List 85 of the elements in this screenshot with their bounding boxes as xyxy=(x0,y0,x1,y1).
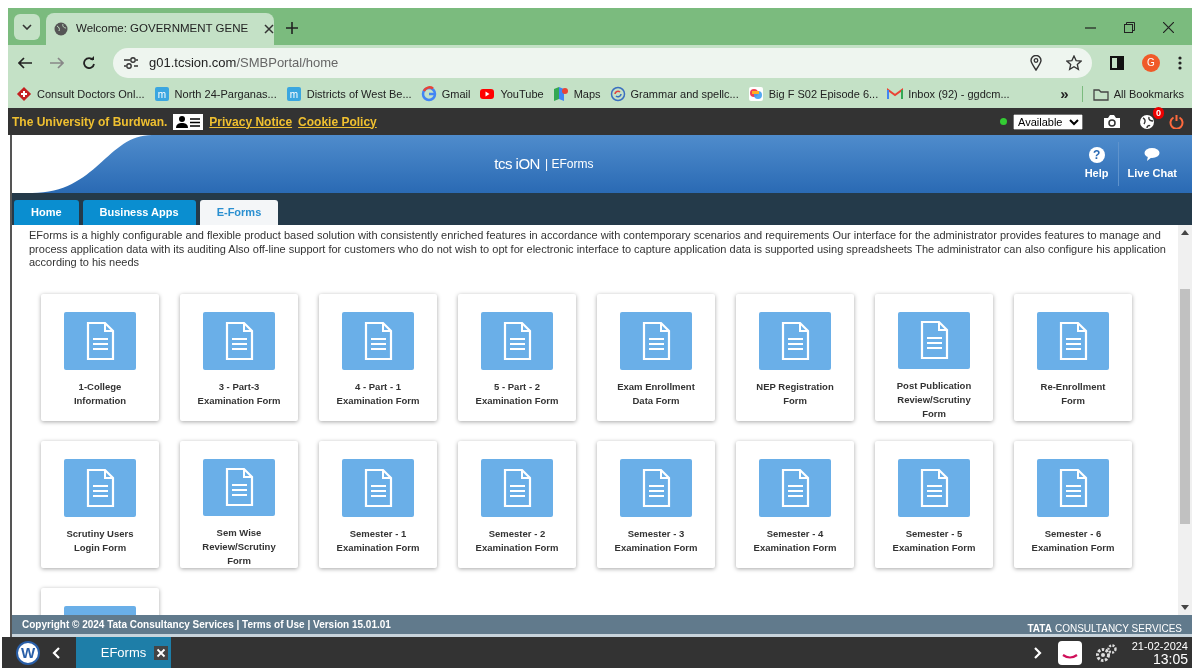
speech-bubble-icon xyxy=(1144,146,1161,163)
bookmark-link[interactable]: Grammar and spellc... xyxy=(609,85,739,103)
new-tab-icon[interactable] xyxy=(286,22,298,34)
taskbar-time: 13:05 xyxy=(1152,652,1188,666)
url-text: g01.tcsion.com/SMBPortal/home xyxy=(149,53,339,72)
restore-icon[interactable] xyxy=(1124,22,1135,33)
form-card[interactable]: Exam Enrollment Data Form xyxy=(597,293,715,421)
bookmark-link[interactable]: YouTube xyxy=(479,85,544,103)
tcs-ion-logo: tcs iON xyxy=(494,153,540,174)
chevron-right-icon[interactable] xyxy=(1033,646,1042,659)
envelope-m-icon xyxy=(887,86,904,102)
bookmark-link[interactable]: Inbox (92) - ggdcm... xyxy=(887,85,1010,103)
form-card[interactable]: Semester - 4 Examination Form xyxy=(736,440,854,568)
form-card[interactable]: 4 - Part - 1 Examination Form xyxy=(319,293,437,421)
form-card[interactable]: 3 - Part-3 Examination Form xyxy=(180,293,298,421)
chevron-down-icon[interactable] xyxy=(22,24,32,30)
star-icon[interactable] xyxy=(1066,54,1082,71)
university-name: The University of Burdwan. xyxy=(12,113,168,131)
app-logo[interactable]: W xyxy=(16,640,40,665)
chevron-left-icon[interactable] xyxy=(52,646,60,659)
globe-icon xyxy=(54,22,68,36)
bookmark-link[interactable]: m Districts of West Be... xyxy=(285,85,412,103)
form-card[interactable]: Sem Wise Review/Scrutiny Form xyxy=(180,440,298,568)
nav-tab[interactable]: Business Apps xyxy=(82,200,196,225)
settings-icon[interactable] xyxy=(1093,642,1118,663)
close-icon[interactable] xyxy=(1163,22,1174,33)
bookmarks-overflow-button[interactable]: » xyxy=(1060,82,1069,106)
form-card[interactable]: Re-Enrollment Form xyxy=(1014,293,1132,421)
reload-icon[interactable] xyxy=(82,56,95,69)
form-card[interactable]: Semester - 6 Examination Form xyxy=(1014,440,1132,568)
menu-icon[interactable] xyxy=(1178,55,1182,70)
form-card[interactable]: Semester - 1 Examination Form xyxy=(319,440,437,568)
bookmark-link[interactable]: Gmail xyxy=(420,85,471,103)
header-action-button[interactable]: ? Help xyxy=(1075,142,1118,186)
help-icon: ? xyxy=(1088,146,1105,163)
form-card[interactable]: 5 - Part - 2 Examination Form xyxy=(458,293,576,421)
colorful-logo-icon xyxy=(747,86,764,102)
scroll-up-icon[interactable] xyxy=(1181,230,1189,235)
g-letter-icon xyxy=(420,86,437,102)
nav-tab[interactable]: Home xyxy=(14,200,79,225)
form-card[interactable]: Semester - 2 Examination Form xyxy=(458,440,576,568)
m-letter-icon: m xyxy=(285,86,302,102)
forward-arrow-icon xyxy=(50,56,64,69)
bookmark-link[interactable]: m North 24-Parganas... xyxy=(153,85,277,103)
location-pin-icon[interactable] xyxy=(1030,54,1042,71)
power-icon[interactable] xyxy=(1169,114,1184,129)
bookmark-link[interactable]: Maps xyxy=(552,85,601,103)
circle-arrows-icon xyxy=(609,86,626,102)
play-button-icon xyxy=(479,86,496,102)
back-arrow-icon[interactable] xyxy=(18,56,32,69)
scrollbar[interactable] xyxy=(1178,225,1192,615)
side-panel-icon[interactable] xyxy=(1110,55,1124,70)
taskbar-date: 21-02-2024 xyxy=(1131,639,1188,653)
tab-title: Welcome: GOVERNMENT GENE xyxy=(76,21,249,37)
taskbar-tab[interactable]: EForms xyxy=(76,637,171,668)
scroll-down-icon[interactable] xyxy=(1181,605,1189,610)
copyright-text: Copyright © 2024 Tata Consultancy Services | Terms of Use | Version 15.01.01 xyxy=(22,618,391,632)
form-card[interactable]: Semester - 3 Examination Form xyxy=(597,440,715,568)
form-card[interactable]: NEP Registration Form xyxy=(736,293,854,421)
site-settings-icon[interactable] xyxy=(123,55,139,70)
tcs-logo: TATA CONSULTANCY SERVICES xyxy=(1027,622,1182,636)
form-card[interactable]: Scrutiny Users Login Form xyxy=(41,440,159,568)
globe-icon[interactable] xyxy=(1139,113,1155,130)
smile-app-icon[interactable] xyxy=(1057,640,1082,665)
form-card[interactable]: Semester - 5 Examination Form xyxy=(875,440,993,568)
product-name: | EForms xyxy=(544,156,594,173)
address-bar[interactable]: g01.tcsion.com/SMBPortal/home xyxy=(113,47,1092,78)
camera-icon[interactable] xyxy=(1103,114,1121,129)
folder-icon xyxy=(1092,87,1109,101)
bookmark-link[interactable]: Consult Doctors Onl... xyxy=(16,85,145,103)
browser-tab[interactable]: Welcome: GOVERNMENT GENE xyxy=(46,13,274,45)
header-action-button[interactable]: Live Chat xyxy=(1117,142,1186,186)
policy-link[interactable]: Privacy Notice xyxy=(209,112,293,131)
user-list-icon[interactable] xyxy=(173,113,204,130)
form-card[interactable]: Post Publication Review/Scrutiny Form xyxy=(875,293,993,421)
m-letter-icon: m xyxy=(153,86,170,102)
map-pin-icon xyxy=(552,86,569,102)
status-select[interactable]: Available xyxy=(1013,113,1083,130)
description-text: EForms is a highly configurable and flexible product based solution with consistently enriched features in accordance with contemporary scenarios and requirements Our interface for the administrator provides features to manage and process application data with its auditing Also off-line support for customers who do not wish to opt for electronic interface to capture application data is supported using spreadsheets The administrator can also configure his application according to his needs xyxy=(29,229,1167,270)
all-bookmarks-button[interactable]: All Bookmarks xyxy=(1081,85,1184,103)
policy-link[interactable]: Cookie Policy xyxy=(298,112,377,131)
form-card[interactable]: 1-College Information xyxy=(41,293,159,421)
close-icon[interactable] xyxy=(154,646,168,660)
close-icon[interactable] xyxy=(264,24,275,34)
bookmark-link[interactable]: Big F S02 Episode 6... xyxy=(747,85,879,103)
